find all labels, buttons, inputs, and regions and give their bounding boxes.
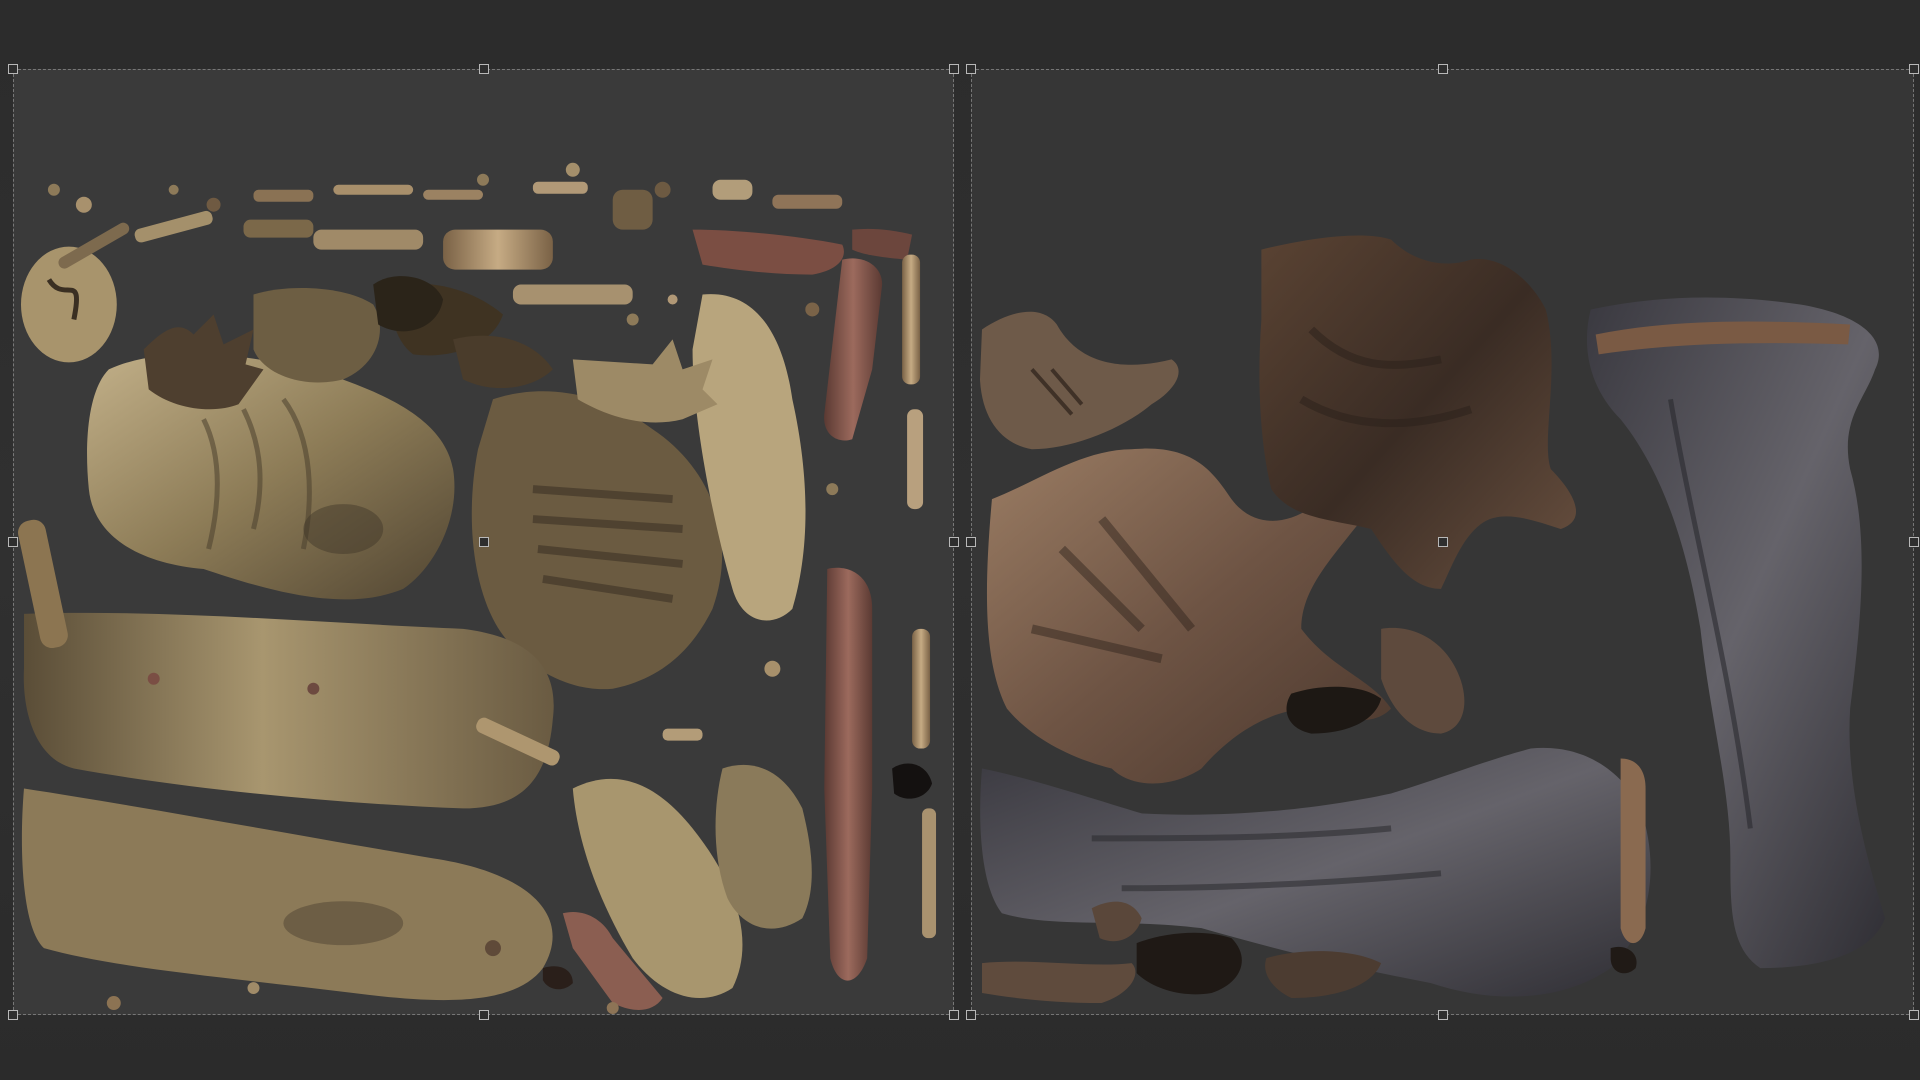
uv-sheet-clothing[interactable] [966, 64, 1919, 1020]
shoe-sole-island-dark-c [1610, 946, 1637, 974]
shoe-upper-island [979, 311, 1179, 450]
uv-sheet-body[interactable] [8, 64, 959, 1020]
shoe-sole-island-dark-b [1136, 932, 1242, 995]
transform-handle-bottom-center[interactable] [479, 1010, 489, 1020]
shoe-toe-island [1265, 951, 1382, 999]
leg-island-upper [23, 612, 554, 809]
transform-handle-top-left[interactable] [966, 64, 976, 74]
transform-handle-bottom-left[interactable] [966, 1010, 976, 1020]
shoe-strip-island [981, 961, 1136, 1004]
transform-handle-top-right[interactable] [1909, 64, 1919, 74]
dark-island-c [542, 966, 573, 990]
leg-island-lower [21, 788, 553, 1001]
ear-island [453, 335, 553, 389]
transform-handle-bottom-right[interactable] [1909, 1010, 1919, 1020]
uv-editor-viewport[interactable] [0, 0, 1920, 1080]
transform-handle-bottom-center[interactable] [1438, 1010, 1448, 1020]
muscle-strip-c [692, 229, 844, 275]
shoe-heel-island [1381, 627, 1465, 734]
transform-handle-center[interactable] [1438, 537, 1448, 547]
transform-handle-bottom-left[interactable] [8, 1010, 18, 1020]
transform-handle-middle-left[interactable] [966, 537, 976, 547]
torso-back-island [87, 354, 455, 600]
transform-handle-top-left[interactable] [8, 64, 18, 74]
dark-island-b [892, 763, 933, 799]
transform-handle-middle-right[interactable] [1909, 537, 1919, 547]
muscle-strip-b [824, 567, 873, 981]
muscle-strip-a [824, 258, 883, 441]
transform-handle-middle-left[interactable] [8, 537, 18, 547]
head-top-island [253, 287, 380, 383]
belt-loop-strip [1620, 758, 1646, 944]
transform-handle-middle-right[interactable] [949, 537, 959, 547]
shoe-sole-island-dark-a [1286, 686, 1382, 734]
transform-handle-bottom-right[interactable] [949, 1010, 959, 1020]
transform-handle-top-right[interactable] [949, 64, 959, 74]
muscle-strip-e [852, 228, 913, 260]
transform-handle-top-center[interactable] [479, 64, 489, 74]
transform-handle-top-center[interactable] [1438, 64, 1448, 74]
transform-handle-center[interactable] [479, 537, 489, 547]
